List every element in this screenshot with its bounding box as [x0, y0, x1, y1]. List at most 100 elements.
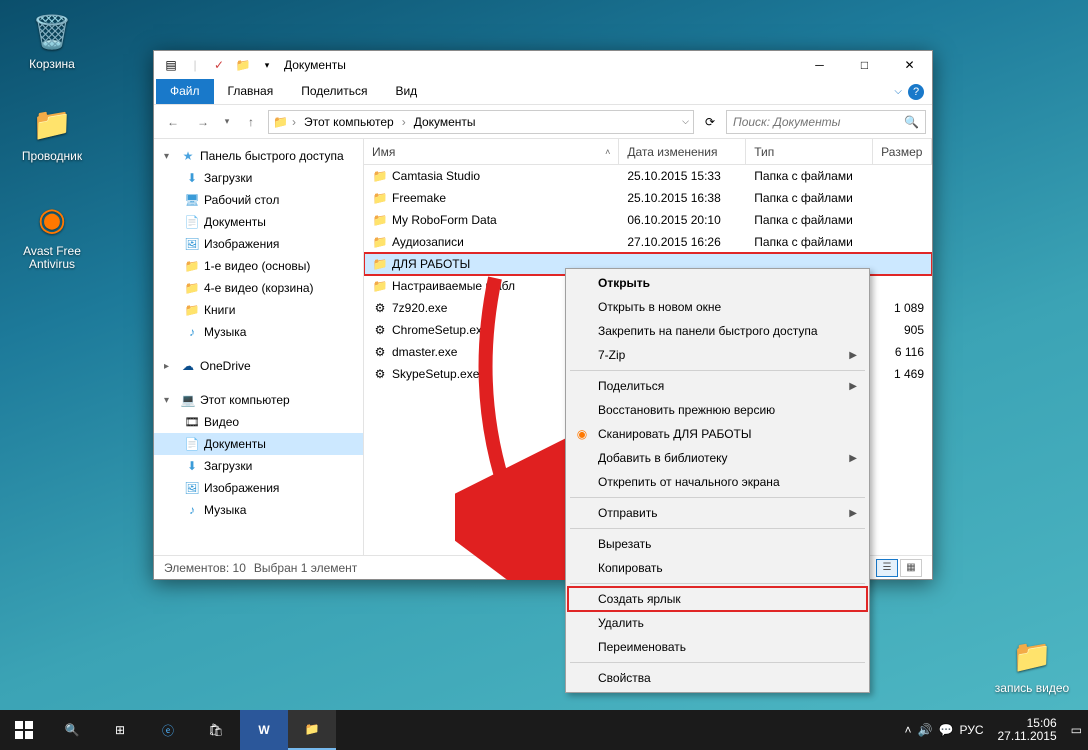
- tray-notifications-icon[interactable]: ▭: [1071, 723, 1082, 737]
- ctx-delete[interactable]: Удалить: [568, 611, 867, 635]
- navigation-pane[interactable]: ▾★Панель быстрого доступа ⬇Загрузки 🖥Раб…: [154, 139, 364, 555]
- ctx-separator: [570, 583, 865, 584]
- ctx-cut[interactable]: Вырезать: [568, 532, 867, 556]
- tab-share[interactable]: Поделиться: [287, 79, 381, 104]
- back-button[interactable]: ←: [160, 109, 186, 135]
- tray-action-icon[interactable]: 💬: [939, 723, 954, 737]
- word-button[interactable]: W: [240, 710, 288, 750]
- ctx-pin-qa[interactable]: Закрепить на панели быстрого доступа: [568, 319, 867, 343]
- chevron-right-icon[interactable]: ›: [292, 115, 296, 129]
- tab-home[interactable]: Главная: [214, 79, 288, 104]
- ctx-properties[interactable]: Свойства: [568, 666, 867, 690]
- up-button[interactable]: ↑: [238, 109, 264, 135]
- ctx-separator: [570, 370, 865, 371]
- taskbar[interactable]: 🔍 ⊞ ⓔ 🛍 W 📁 ˄ 🔊 💬 РУС 15:0627.11.2015 ▭: [0, 710, 1088, 750]
- address-dropdown-icon[interactable]: ⌵: [682, 116, 689, 127]
- tray-volume-icon[interactable]: 🔊: [918, 723, 933, 737]
- tree-downloads[interactable]: ⬇Загрузки: [154, 167, 363, 189]
- ctx-send[interactable]: Отправить▶: [568, 501, 867, 525]
- start-button[interactable]: [0, 710, 48, 750]
- ctx-library[interactable]: Добавить в библиотеку▶: [568, 446, 867, 470]
- folder-shortcut[interactable]: 📁запись видео: [994, 632, 1070, 695]
- tree-music[interactable]: ♪Музыка: [154, 321, 363, 343]
- recycle-bin-icon[interactable]: 🗑️Корзина: [14, 8, 90, 71]
- forward-button[interactable]: →: [190, 109, 216, 135]
- view-details-button[interactable]: ☰: [876, 559, 898, 577]
- minimize-button[interactable]: ─: [797, 51, 842, 79]
- avast-icon: ◉: [574, 427, 590, 441]
- ctx-open[interactable]: Открыть: [568, 271, 867, 295]
- tree-this-pc[interactable]: ▾💻Этот компьютер: [154, 389, 363, 411]
- chevron-right-icon[interactable]: ›: [402, 115, 406, 129]
- col-type[interactable]: Тип: [746, 139, 873, 164]
- context-menu: Открыть Открыть в новом окне Закрепить н…: [565, 268, 870, 693]
- file-row[interactable]: 📁Freemake25.10.2015 16:38Папка с файлами: [364, 187, 932, 209]
- search-input[interactable]: [733, 115, 904, 129]
- tree-music2[interactable]: ♪Музыка: [154, 499, 363, 521]
- ctx-copy[interactable]: Копировать: [568, 556, 867, 580]
- help-icon[interactable]: ?: [908, 84, 924, 100]
- ribbon-expand-icon[interactable]: ⌵: [894, 86, 902, 97]
- ctx-open-new[interactable]: Открыть в новом окне: [568, 295, 867, 319]
- recent-dropdown[interactable]: ▾: [220, 109, 234, 135]
- col-name[interactable]: Имя ˄: [364, 139, 619, 164]
- ctx-restore[interactable]: Восстановить прежнюю версию: [568, 398, 867, 422]
- tree-documents2[interactable]: 📄Документы: [154, 433, 363, 455]
- file-row[interactable]: 📁My RoboForm Data06.10.2015 20:10Папка с…: [364, 209, 932, 231]
- tree-documents[interactable]: 📄Документы: [154, 211, 363, 233]
- tree-v4[interactable]: 📁4-е видео (корзина): [154, 277, 363, 299]
- col-size[interactable]: Размер: [873, 139, 932, 164]
- search-icon: 🔍: [904, 115, 919, 129]
- tree-v1[interactable]: 📁1-е видео (основы): [154, 255, 363, 277]
- qat-folder-icon[interactable]: 📁: [232, 54, 254, 76]
- tray-lang[interactable]: РУС: [959, 723, 983, 737]
- ctx-create-shortcut[interactable]: Создать ярлык: [568, 587, 867, 611]
- search-box[interactable]: 🔍: [726, 110, 926, 134]
- tab-file[interactable]: Файл: [156, 79, 214, 104]
- ctx-share[interactable]: Поделиться▶: [568, 374, 867, 398]
- breadcrumb-docs[interactable]: Документы: [410, 115, 480, 129]
- close-button[interactable]: ✕: [887, 51, 932, 79]
- edge-button[interactable]: ⓔ: [144, 710, 192, 750]
- ctx-rename[interactable]: Переименовать: [568, 635, 867, 659]
- taskview-button[interactable]: ⊞: [96, 710, 144, 750]
- search-button[interactable]: 🔍: [48, 710, 96, 750]
- qat-new-icon[interactable]: ✓: [208, 54, 230, 76]
- explorer-taskbar-button[interactable]: 📁: [288, 710, 336, 750]
- col-date[interactable]: Дата изменения: [619, 139, 746, 164]
- breadcrumb-pc[interactable]: Этот компьютер: [300, 115, 398, 129]
- address-bar[interactable]: 📁 › Этот компьютер › Документы ⌵: [268, 110, 694, 134]
- explorer-shortcut[interactable]: 📁Проводник: [14, 100, 90, 163]
- ctx-separator: [570, 497, 865, 498]
- tray-up-icon[interactable]: ˄: [905, 723, 912, 737]
- qat-properties-icon[interactable]: ▤: [160, 54, 182, 76]
- store-button[interactable]: 🛍: [192, 710, 240, 750]
- ctx-unpin[interactable]: Открепить от начального экрана: [568, 470, 867, 494]
- tree-videos[interactable]: 🎞Видео: [154, 411, 363, 433]
- tree-pictures2[interactable]: 🖼Изображения: [154, 477, 363, 499]
- tree-books[interactable]: 📁Книги: [154, 299, 363, 321]
- tab-view[interactable]: Вид: [381, 79, 431, 104]
- qat-dropdown-icon[interactable]: ▾: [256, 54, 278, 76]
- refresh-button[interactable]: ⟳: [698, 110, 722, 134]
- ctx-7zip[interactable]: 7-Zip▶: [568, 343, 867, 367]
- maximize-button[interactable]: □: [842, 51, 887, 79]
- tray-clock[interactable]: 15:0627.11.2015: [989, 717, 1064, 743]
- tree-desktop[interactable]: 🖥Рабочий стол: [154, 189, 363, 211]
- ctx-separator: [570, 662, 865, 663]
- tree-downloads2[interactable]: ⬇Загрузки: [154, 455, 363, 477]
- tree-pictures[interactable]: 🖼Изображения: [154, 233, 363, 255]
- tree-onedrive[interactable]: ▸☁OneDrive: [154, 355, 363, 377]
- avast-shortcut[interactable]: ◉Avast Free Antivirus: [14, 195, 90, 271]
- titlebar[interactable]: ▤ | ✓ 📁 ▾ Документы ─ □ ✕: [154, 51, 932, 79]
- ctx-scan[interactable]: ◉Сканировать ДЛЯ РАБОТЫ: [568, 422, 867, 446]
- address-bar-row: ← → ▾ ↑ 📁 › Этот компьютер › Документы ⌵…: [154, 105, 932, 139]
- file-row[interactable]: 📁Camtasia Studio25.10.2015 15:33Папка с …: [364, 165, 932, 187]
- chevron-right-icon: ▶: [849, 508, 857, 519]
- status-selection: Выбран 1 элемент: [254, 561, 357, 575]
- view-icons-button[interactable]: ▦: [900, 559, 922, 577]
- column-headers[interactable]: Имя ˄ Дата изменения Тип Размер: [364, 139, 932, 165]
- tree-quick-access[interactable]: ▾★Панель быстрого доступа: [154, 145, 363, 167]
- file-row[interactable]: 📁Аудиозаписи27.10.2015 16:26Папка с файл…: [364, 231, 932, 253]
- ribbon: Файл Главная Поделиться Вид ⌵?: [154, 79, 932, 105]
